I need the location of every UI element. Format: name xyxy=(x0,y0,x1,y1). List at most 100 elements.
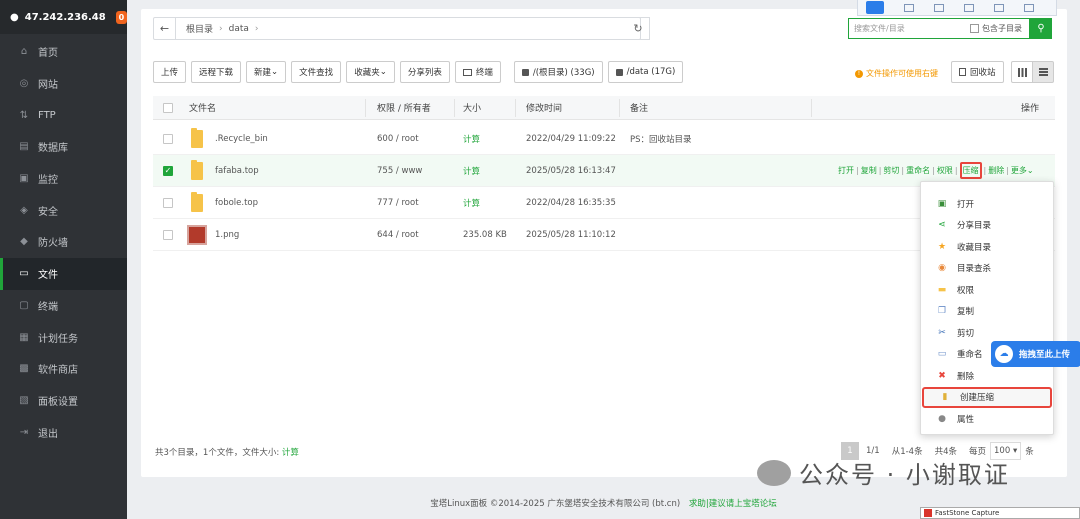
context-item-delete[interactable]: ✖ 删除 xyxy=(921,365,1055,386)
list-view-button[interactable] xyxy=(1032,61,1054,83)
file-name[interactable]: 1.png xyxy=(215,219,239,250)
context-item-scissors[interactable]: ✂ 剪切 xyxy=(921,322,1055,343)
file-note[interactable]: PS：回收站目录 xyxy=(630,123,692,154)
action-copy[interactable]: 复制 xyxy=(861,165,877,176)
context-item-label: 创建压缩 xyxy=(960,393,995,403)
context-item-copy[interactable]: ❐ 复制 xyxy=(921,301,1055,322)
file-perm[interactable]: 600 / root xyxy=(377,123,419,154)
sidebar-item-3[interactable]: ▤ 数据库 xyxy=(0,131,127,163)
forum-link[interactable]: 求助|建议请上宝塔论坛 xyxy=(689,499,777,509)
context-item-archive[interactable]: ▮ 创建压缩 xyxy=(922,386,1052,408)
sidebar-item-4[interactable]: ▣ 监控 xyxy=(0,163,127,195)
sidebar-item-9[interactable]: ▦ 计划任务 xyxy=(0,321,127,353)
notification-badge[interactable]: 0 xyxy=(115,10,127,24)
file-perm[interactable]: 777 / root xyxy=(377,187,419,218)
file-perm[interactable]: 644 / root xyxy=(377,219,419,250)
disk-root-button[interactable]: /(根目录) (33G) xyxy=(513,61,603,83)
upload-button[interactable]: 上传 xyxy=(153,61,187,83)
sidebar-item-7[interactable]: ▭ 文件 xyxy=(0,257,127,290)
action-perm[interactable]: 权限 xyxy=(937,165,953,176)
favorites-label: 收藏夹 xyxy=(354,68,380,78)
file-name[interactable]: .Recycle_bin xyxy=(215,123,268,154)
upload-tool-icon[interactable] xyxy=(964,3,974,12)
file-size[interactable]: 计算 xyxy=(463,123,480,154)
drag-upload-button[interactable]: ☁ 拖拽至此上传 xyxy=(991,341,1080,367)
back-arrow-icon[interactable]: ← xyxy=(154,18,176,39)
file-size[interactable]: 计算 xyxy=(463,155,480,186)
breadcrumb-root[interactable]: 根目录 xyxy=(186,22,213,35)
row-checkbox[interactable] xyxy=(163,123,173,154)
col-name[interactable]: 文件名 xyxy=(189,96,216,119)
screenshot-tool-icon[interactable] xyxy=(866,1,884,14)
file-perm[interactable]: 755 / www xyxy=(377,155,422,186)
faststone-capture-bar[interactable]: FastStone Capture xyxy=(920,507,1080,519)
action-compress[interactable]: 压缩 xyxy=(959,162,982,179)
file-search-button[interactable]: 文件查找 xyxy=(291,61,342,83)
terminal-button[interactable]: 终端 xyxy=(454,61,501,83)
sidebar-item-1[interactable]: ◎ 网站 xyxy=(0,68,127,100)
row-checkbox[interactable] xyxy=(163,219,173,250)
sidebar-item-8[interactable]: ▢ 终端 xyxy=(0,290,127,322)
context-item-open[interactable]: ▣ 打开 xyxy=(921,193,1055,214)
context-item-lock[interactable]: ▬ 权限 xyxy=(921,279,1055,300)
remote-download-button[interactable]: 远程下载 xyxy=(191,61,242,83)
action-separator: | xyxy=(856,166,859,175)
calc-total-link[interactable]: 计算 xyxy=(282,448,299,458)
sidebar-item-12[interactable]: ⇥ 退出 xyxy=(0,416,127,448)
context-item-share[interactable]: ⋖ 分享目录 xyxy=(921,215,1055,236)
context-item-scan[interactable]: ◉ 目录查杀 xyxy=(921,258,1055,279)
action-more[interactable]: 更多 xyxy=(1011,165,1027,176)
region-icon[interactable] xyxy=(934,3,944,12)
sidebar-item-2[interactable]: ⇅ FTP xyxy=(0,99,127,131)
col-perm[interactable]: 权限 / 所有者 xyxy=(377,96,431,119)
favorites-button[interactable]: 收藏夹 ⌄ xyxy=(346,61,395,83)
new-button[interactable]: 新建 ⌄ xyxy=(246,61,287,83)
file-size[interactable]: 计算 xyxy=(463,187,480,218)
action-open[interactable]: 打开 xyxy=(838,165,854,176)
search-input[interactable] xyxy=(849,19,964,38)
chevron-down-icon: ⌄ xyxy=(1026,166,1034,175)
table-row[interactable]: .Recycle_bin 600 / root 计算 2022/04/29 11:09… xyxy=(153,123,1055,155)
faststone-icon xyxy=(924,509,932,517)
disk-data-button[interactable]: /data (17G) xyxy=(607,61,684,83)
context-item-label: 分享目录 xyxy=(957,221,992,231)
select-all-checkbox[interactable] xyxy=(163,96,173,119)
context-item-star[interactable]: ★ 收藏目录 xyxy=(921,236,1055,257)
window-icon[interactable] xyxy=(904,3,914,12)
search-icon: ⚲ xyxy=(1037,23,1045,34)
action-rename[interactable]: 重命名 xyxy=(906,165,930,176)
recycle-bin-button[interactable]: 回收站 xyxy=(951,61,1004,83)
sidebar-item-10[interactable]: ▩ 软件商店 xyxy=(0,353,127,385)
file-toolbar: 上传 远程下载 新建 ⌄ 文件查找 收藏夹 ⌄ 分享列表 终端 /(根目录) (33… xyxy=(153,61,684,83)
action-delete[interactable]: 删除 xyxy=(988,165,1004,176)
sidebar-item-0[interactable]: ⌂ 首页 xyxy=(0,36,127,68)
row-checkbox[interactable]: ✓ xyxy=(163,155,173,186)
file-name[interactable]: fobole.top xyxy=(215,187,258,218)
col-mtime[interactable]: 修改时间 xyxy=(526,96,562,119)
grid-view-button[interactable] xyxy=(1011,61,1033,83)
share-list-button[interactable]: 分享列表 xyxy=(399,61,450,83)
sidebar-item-6[interactable]: ◆ 防火墙 xyxy=(0,226,127,258)
save-tool-icon[interactable] xyxy=(994,3,1004,12)
sidebar-item-11[interactable]: ▧ 面板设置 xyxy=(0,385,127,417)
row-checkbox[interactable] xyxy=(163,187,173,218)
include-subdir-checkbox[interactable]: 包含子目录 xyxy=(970,23,1022,34)
list-tool-icon[interactable] xyxy=(1024,3,1034,12)
col-size[interactable]: 大小 xyxy=(463,96,481,119)
disk-icon xyxy=(615,68,623,76)
column-divider xyxy=(619,99,620,117)
path-bar[interactable]: ← 根目录 › data › xyxy=(153,17,641,40)
context-item-label: 复制 xyxy=(957,307,975,317)
file-name[interactable]: fafaba.top xyxy=(215,155,259,186)
breadcrumb-data[interactable]: data xyxy=(229,24,249,34)
folder-icon xyxy=(191,127,203,148)
action-cut[interactable]: 剪切 xyxy=(883,165,899,176)
breadcrumb-separator-icon: › xyxy=(219,23,223,34)
star-icon: ★ xyxy=(937,241,947,252)
refresh-icon[interactable]: ↻ xyxy=(627,17,650,40)
file-mtime: 2022/04/28 16:35:35 xyxy=(526,197,616,208)
ftp-icon: ⇅ xyxy=(19,109,29,121)
sidebar-item-5[interactable]: ◈ 安全 xyxy=(0,194,127,226)
search-button[interactable]: ⚲ xyxy=(1030,18,1052,39)
context-item-properties[interactable]: ● 属性 xyxy=(921,408,1055,429)
